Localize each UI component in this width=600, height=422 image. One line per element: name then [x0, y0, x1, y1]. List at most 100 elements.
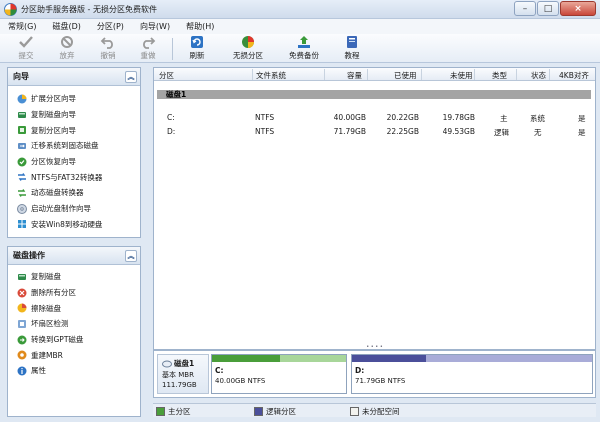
legend-label: 未分配空间 [362, 407, 400, 416]
col-used[interactable]: 已使用 [394, 70, 417, 81]
convert-gpt-icon [17, 335, 27, 345]
column-divider [252, 69, 253, 80]
wizard-migrate-os[interactable]: 迁移系统到固态磁盘 [8, 138, 140, 154]
cell-used: 22.25GB [386, 127, 419, 136]
table-row[interactable]: D: NTFS 71.79GB 22.25GB 49.53GB 逻辑 无 是 [154, 125, 595, 138]
disk-ops-collapse-button[interactable]: ︽ [125, 250, 137, 262]
op-item-label: 擦除磁盘 [31, 303, 61, 313]
legend-unallocated: 未分配空间 [350, 406, 400, 417]
op-properties[interactable]: 属性 [8, 363, 140, 379]
partition-usage-bar [212, 355, 280, 362]
op-item-label: 坏扇区检测 [31, 319, 69, 329]
refresh-button[interactable]: 刷新 [184, 35, 210, 62]
table-row[interactable]: C: NTFS 40.00GB 20.22GB 19.78GB 主 系统 是 [154, 111, 595, 124]
menu-general[interactable]: 常规(G) [8, 21, 36, 32]
disk-type: 基本 MBR [162, 371, 194, 379]
legend-swatch [156, 407, 165, 416]
disk-ops-list: 复制磁盘 删除所有分区 擦除磁盘 坏扇区检测 转换到GPT磁盘 重建MBR 属性 [8, 265, 140, 379]
toolbar: 提交 放弃 撤销 重做 刷新 无损分区 免费备份 教程 [0, 34, 600, 63]
pane-splitter[interactable]: • • • • [153, 345, 596, 350]
wizard-panel-header: 向导 ︽ [8, 68, 140, 86]
properties-icon [17, 366, 27, 376]
pie-chart-icon [242, 36, 254, 48]
delete-all-icon [17, 288, 27, 298]
redo-icon [143, 37, 156, 49]
app-logo-icon [4, 3, 17, 16]
tutorial-button[interactable]: 教程 [340, 35, 364, 62]
win8-to-go-icon [18, 220, 26, 229]
cell-type: 主 [500, 114, 508, 123]
op-bad-sector-check[interactable]: 坏扇区检测 [8, 316, 140, 332]
disk-group-header[interactable]: 磁盘1 [157, 90, 591, 99]
backup-icon [298, 36, 310, 48]
minimize-button[interactable]: – [514, 1, 536, 16]
partition-usage-bar [352, 355, 426, 362]
menu-disk[interactable]: 磁盘(D) [52, 21, 80, 32]
op-wipe-disk[interactable]: 擦除磁盘 [8, 300, 140, 316]
close-button[interactable]: × [560, 1, 596, 16]
disk-ops-panel-title: 磁盘操作 [13, 251, 45, 260]
wizard-copy-disk[interactable]: 复制磁盘向导 [8, 107, 140, 123]
col-capacity[interactable]: 容量 [347, 70, 362, 81]
refresh-icon [191, 36, 203, 48]
wizard-item-label: NTFS与FAT32转换器 [31, 172, 103, 182]
col-free[interactable]: 未使用 [450, 70, 473, 81]
col-type[interactable]: 类型 [492, 70, 507, 81]
free-backup-button[interactable]: 免费备份 [285, 35, 323, 62]
chevron-up-icon: ︽ [127, 73, 135, 81]
maximize-button[interactable]: □ [537, 1, 559, 16]
partition-recovery-icon [17, 157, 27, 167]
column-divider [367, 69, 368, 80]
wizard-item-label: 安装Win8到移动硬盘 [31, 219, 103, 229]
wizard-bootable-cd[interactable]: 启动光盘制作向导 [8, 201, 140, 217]
undo-icon [100, 37, 113, 49]
wipe-disk-icon [17, 303, 27, 313]
maximize-icon: □ [543, 3, 553, 14]
col-filesystem[interactable]: 文件系统 [256, 70, 286, 81]
op-copy-disk[interactable]: 复制磁盘 [8, 269, 140, 285]
cell-status: 系统 [530, 114, 545, 123]
minimize-icon: – [522, 3, 528, 14]
legend-label: 逻辑分区 [266, 407, 296, 416]
disk-info[interactable]: 磁盘1 基本 MBR 111.79GB [157, 354, 209, 394]
menu-partition[interactable]: 分区(P) [97, 21, 124, 32]
wizard-collapse-button[interactable]: ︽ [125, 71, 137, 83]
redo-button[interactable]: 重做 [136, 35, 160, 62]
hard-disk-icon [162, 360, 172, 367]
wizard-ntfs-fat32[interactable]: NTFS与FAT32转换器 [8, 169, 140, 185]
wizard-copy-partition[interactable]: 复制分区向导 [8, 122, 140, 138]
op-item-label: 重建MBR [31, 350, 63, 360]
extend-partition-icon [17, 94, 27, 104]
partition-block-d[interactable]: D: 71.79GB NTFS [351, 354, 593, 394]
lossless-label: 无损分区 [233, 51, 263, 60]
commit-button[interactable]: 提交 [14, 35, 38, 62]
table-header: 分区 文件系统 容量 已使用 未使用 类型 状态 4KB对齐 [154, 68, 595, 81]
menu-wizard[interactable]: 向导(W) [140, 21, 170, 32]
partition-block-c[interactable]: C: 40.00GB NTFS [211, 354, 347, 394]
legend-label: 主分区 [168, 407, 191, 416]
commit-label: 提交 [18, 51, 34, 60]
col-status[interactable]: 状态 [531, 70, 546, 81]
wizard-dynamic-disk[interactable]: 动态磁盘转换器 [8, 185, 140, 201]
lossless-partition-button[interactable]: 无损分区 [229, 35, 267, 62]
cell-filesystem: NTFS [255, 113, 275, 122]
op-convert-to-gpt[interactable]: 转换到GPT磁盘 [8, 332, 140, 348]
wizard-extend-partition[interactable]: 扩展分区向导 [8, 91, 140, 107]
col-4k-aligned[interactable]: 4KB对齐 [559, 70, 589, 81]
op-item-label: 属性 [31, 366, 46, 376]
partition-letter: C: [215, 366, 224, 375]
op-delete-all-partitions[interactable]: 删除所有分区 [8, 285, 140, 301]
col-partition[interactable]: 分区 [159, 70, 174, 81]
cell-free: 19.78GB [442, 113, 475, 122]
cell-type: 逻辑 [494, 128, 509, 137]
op-rebuild-mbr[interactable]: 重建MBR [8, 347, 140, 363]
wizard-partition-recovery[interactable]: 分区恢复向导 [8, 154, 140, 170]
chevron-up-icon: ︽ [127, 252, 135, 260]
cell-capacity: 71.79GB [333, 127, 366, 136]
menu-help[interactable]: 帮助(H) [186, 21, 214, 32]
wizard-win8-to-go[interactable]: 安装Win8到移动硬盘 [8, 217, 140, 233]
checkmark-icon [19, 36, 33, 48]
wizard-item-label: 启动光盘制作向导 [31, 204, 91, 214]
discard-button[interactable]: 放弃 [55, 35, 79, 62]
undo-button[interactable]: 撤销 [96, 35, 120, 62]
